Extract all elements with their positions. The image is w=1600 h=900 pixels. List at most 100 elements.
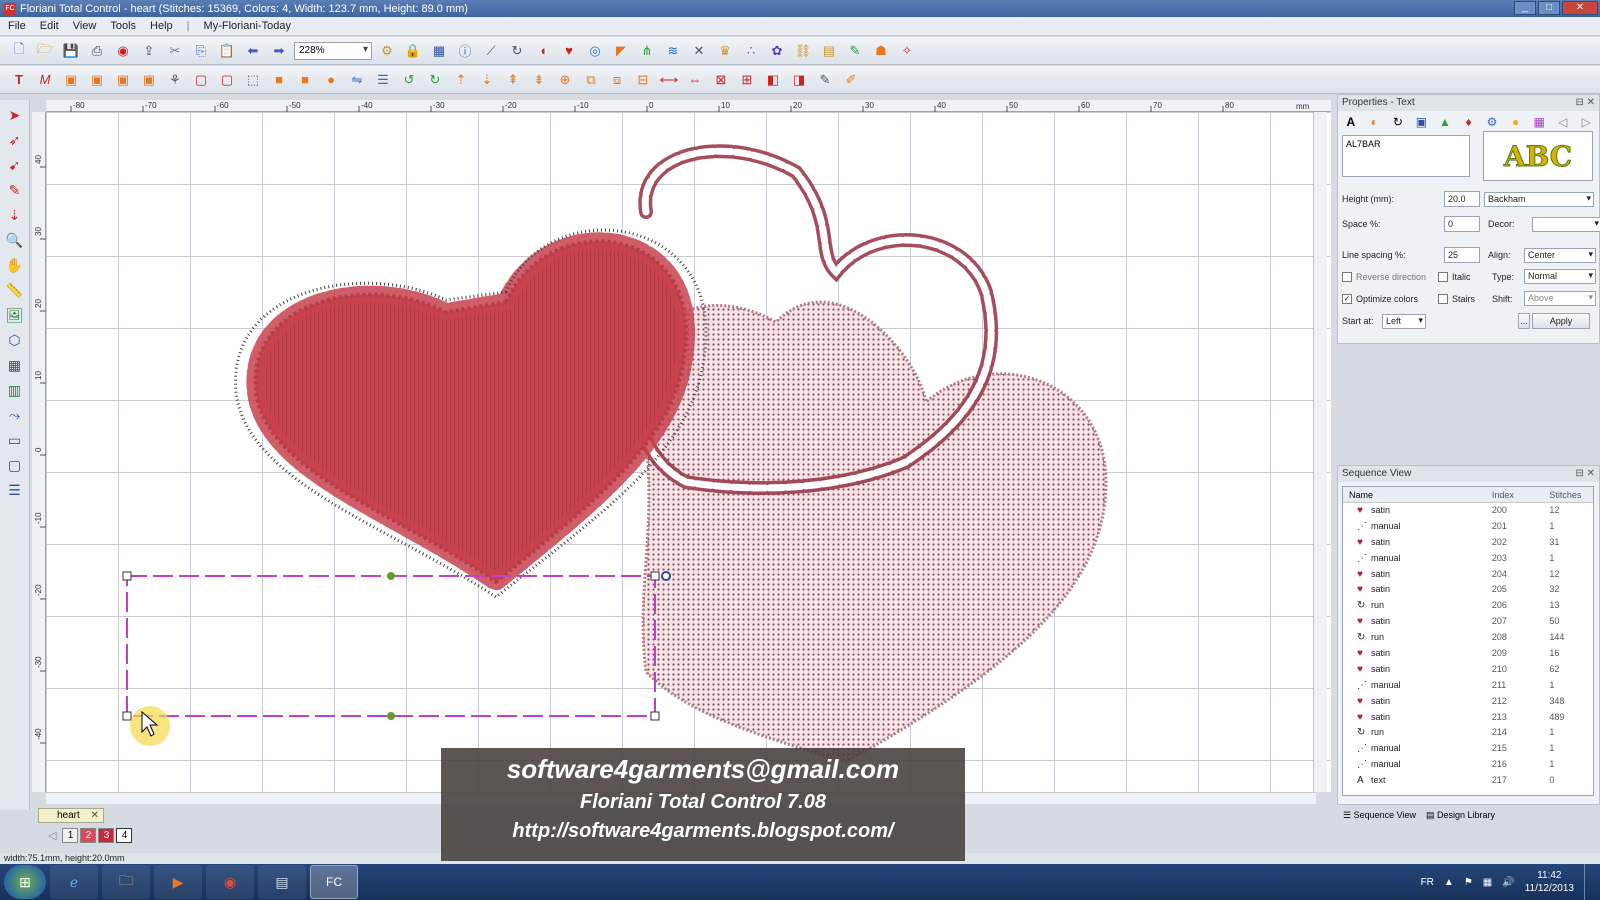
text-frame-icon[interactable]: ▣: [1413, 114, 1431, 130]
space-input[interactable]: 0: [1444, 216, 1480, 232]
node-select-icon[interactable]: ➶: [4, 129, 26, 151]
trim-icon[interactable]: ⊠: [710, 69, 732, 91]
shape-tool-a-icon[interactable]: ▣: [60, 69, 82, 91]
col-index[interactable]: Index: [1484, 487, 1544, 502]
zoom-icon[interactable]: 🔍: [4, 229, 26, 251]
shape-tool-b-icon[interactable]: ▣: [86, 69, 108, 91]
print-icon[interactable]: ⎙: [86, 40, 108, 62]
line-spacing-input[interactable]: 25: [1444, 247, 1480, 263]
text-settings-icon[interactable]: ⚙: [1483, 114, 1501, 130]
menu-help[interactable]: Help: [150, 20, 173, 32]
tooltip-icon[interactable]: ▭: [4, 429, 26, 451]
table-row[interactable]: ♥ satin 209 16: [1343, 646, 1593, 662]
optimize-colors-checkbox[interactable]: ✓: [1342, 293, 1352, 304]
paint-icon[interactable]: ✐: [840, 69, 862, 91]
table-row[interactable]: Atext 217 0: [1343, 773, 1593, 789]
group-icon[interactable]: ▢: [190, 69, 212, 91]
tree-tool-icon[interactable]: ⚘: [164, 69, 186, 91]
weld-icon[interactable]: ⧉: [580, 69, 602, 91]
table-row[interactable]: ♥ satin 212 348: [1343, 694, 1593, 710]
applique-icon[interactable]: ◧: [762, 69, 784, 91]
table-row[interactable]: ♥ satin 210 62: [1343, 662, 1593, 678]
fill-tool-icon[interactable]: ♥: [558, 40, 580, 62]
table-row[interactable]: ⋰ manual 215 1: [1343, 741, 1593, 757]
flower-tool-icon[interactable]: ✿: [766, 40, 788, 62]
bars-icon[interactable]: ▥: [4, 379, 26, 401]
rotate-right-icon[interactable]: ↻: [424, 69, 446, 91]
zoom-select[interactable]: 228%: [294, 41, 372, 60]
show-desktop-button[interactable]: [1584, 864, 1594, 900]
sequence-pin-close-icon[interactable]: ⊟ ✕: [1575, 466, 1595, 482]
table-row[interactable]: ♥ satin 213 489: [1343, 710, 1593, 726]
path-icon[interactable]: ⤳: [4, 404, 26, 426]
shift-select[interactable]: Above: [1524, 291, 1596, 306]
network-icon[interactable]: ▦: [1483, 877, 1492, 888]
spiral-tool-icon[interactable]: ◎: [584, 40, 606, 62]
table-row[interactable]: ⋰ manual 216 1: [1343, 757, 1593, 773]
tab-sequence-view[interactable]: ☰ Sequence View: [1343, 807, 1416, 823]
baseline-handle-bottom[interactable]: [387, 712, 395, 720]
panel-pin-close-icon[interactable]: ⊟ ✕: [1575, 95, 1595, 111]
align-icon[interactable]: ☰: [372, 69, 394, 91]
open-folder-icon[interactable]: 🗁: [34, 40, 56, 62]
layers-icon[interactable]: ☰: [4, 479, 26, 501]
ungroup-icon[interactable]: ▢: [216, 69, 238, 91]
red-heart-shape[interactable]: [253, 239, 689, 585]
selection-handle-tl[interactable]: [122, 571, 132, 581]
monogram-tool-icon[interactable]: M: [34, 69, 56, 91]
selection-handle-bl[interactable]: [122, 711, 132, 721]
crown-tool-icon[interactable]: ♛: [714, 40, 736, 62]
tool-a-icon[interactable]: ◤: [610, 40, 632, 62]
loop-tool-icon[interactable]: ↻: [506, 40, 528, 62]
rotate-left-icon[interactable]: ↺: [398, 69, 420, 91]
italic-checkbox[interactable]: [1438, 271, 1448, 282]
table-row[interactable]: ♥ satin 204 12: [1343, 567, 1593, 583]
arrange-a-icon[interactable]: ⇡: [450, 69, 472, 91]
undo-icon[interactable]: ⬅: [242, 40, 264, 62]
copy-icon[interactable]: ⎘: [190, 40, 212, 62]
table-row[interactable]: ♥ satin 200 12: [1343, 503, 1593, 519]
color-swatch-1[interactable]: 1: [62, 827, 79, 843]
hat-tool-icon[interactable]: ☗: [870, 40, 892, 62]
maximize-button[interactable]: □: [1538, 1, 1560, 15]
info-icon[interactable]: ⓘ: [454, 40, 476, 62]
fill-square-icon[interactable]: ■: [268, 69, 290, 91]
col-stitches[interactable]: Stitches: [1543, 487, 1593, 502]
ie-icon[interactable]: ℯ: [50, 865, 98, 899]
selection-handle-tr[interactable]: [650, 571, 660, 581]
baseline-handle-top[interactable]: [387, 572, 395, 580]
arrange-b-icon[interactable]: ⇣: [476, 69, 498, 91]
magic-tool-icon[interactable]: ✧: [896, 40, 918, 62]
table-row[interactable]: ♥ satin 207 50: [1343, 614, 1593, 630]
arrange-d-icon[interactable]: ⇟: [528, 69, 550, 91]
text-letter-icon[interactable]: A: [1342, 114, 1360, 130]
measure-tool-icon[interactable]: 📏: [4, 279, 26, 301]
tab-heart[interactable]: heart ✕: [38, 808, 104, 823]
hoop-view-icon[interactable]: ▢: [4, 454, 26, 476]
3d-view-icon[interactable]: ⬡: [4, 329, 26, 351]
decor-select[interactable]: [1532, 216, 1600, 232]
text-layout-icon[interactable]: ▦: [1530, 114, 1548, 130]
stitch-tool-icon[interactable]: ⟋: [480, 40, 502, 62]
col-name[interactable]: Name: [1343, 487, 1484, 502]
app-icon[interactable]: ▤: [258, 865, 306, 899]
rect-select-icon[interactable]: ⬚: [242, 69, 264, 91]
text-color-icon[interactable]: ●: [1507, 114, 1525, 130]
new-file-icon[interactable]: 🗋: [8, 40, 30, 62]
font-list-item[interactable]: AL7BAR: [1346, 139, 1381, 149]
font-style-icon[interactable]: ◐: [1366, 114, 1384, 130]
prev-icon[interactable]: ◁: [1554, 114, 1572, 130]
mirror-icon[interactable]: ⇋: [346, 69, 368, 91]
minimize-button[interactable]: _: [1514, 1, 1536, 15]
chain-tool-icon[interactable]: ⛓: [792, 40, 814, 62]
hoop-icon[interactable]: ⚙: [376, 40, 398, 62]
table-row[interactable]: ⋰ manual 201 1: [1343, 519, 1593, 535]
type-select[interactable]: Normal: [1524, 269, 1596, 284]
volume-icon[interactable]: 🔊: [1502, 877, 1514, 888]
chrome-icon[interactable]: ◉: [206, 865, 254, 899]
measure-icon[interactable]: ⟷: [658, 69, 680, 91]
flag-icon[interactable]: ⚑: [1464, 877, 1473, 888]
tab-design-library[interactable]: ▤ Design Library: [1426, 807, 1495, 823]
close-button[interactable]: ✕: [1562, 1, 1598, 15]
split-icon[interactable]: ⊟: [632, 69, 654, 91]
